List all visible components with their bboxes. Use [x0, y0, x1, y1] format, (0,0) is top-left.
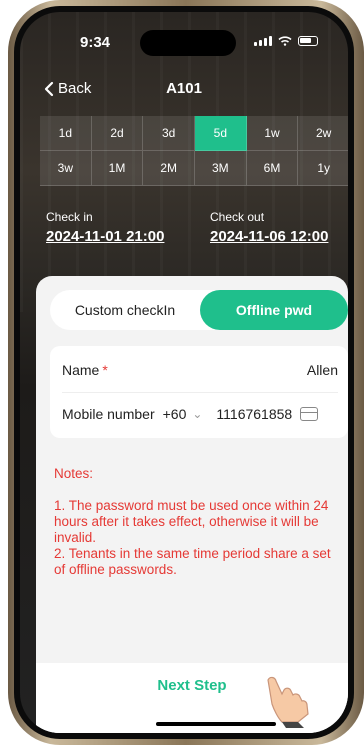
note-line-1: 1. The password must be used once within…: [54, 498, 329, 545]
name-field[interactable]: Allen: [307, 362, 338, 378]
status-bar: 9:34: [20, 30, 348, 56]
checkin-label: Check in: [46, 210, 93, 224]
page-title: A101: [166, 80, 202, 97]
nav-bar: Back A101: [20, 78, 348, 100]
checkout-value[interactable]: 2024-11-06 12:00: [210, 228, 328, 245]
required-mark: *: [102, 362, 108, 378]
duration-1d[interactable]: 1d: [40, 116, 92, 151]
tab-custom-checkin[interactable]: Custom checkIn: [50, 290, 200, 330]
signal-icon: [254, 36, 272, 46]
mode-toggle: Custom checkIn Offline pwd: [50, 290, 348, 330]
duration-1w[interactable]: 1w: [246, 116, 299, 151]
country-code-value: +60: [162, 406, 187, 422]
dynamic-island: [140, 30, 236, 56]
country-code-select[interactable]: +60 ⌄: [163, 406, 203, 422]
status-time: 9:34: [80, 34, 111, 51]
name-row[interactable]: Name * Allen: [62, 348, 338, 393]
duration-1y[interactable]: 1y: [298, 151, 348, 186]
duration-5d[interactable]: 5d: [195, 116, 247, 151]
name-label: Name: [62, 362, 100, 378]
duration-2w[interactable]: 2w: [298, 116, 348, 151]
duration-2M[interactable]: 2M: [143, 151, 195, 186]
note-line-2: 2. Tenants in the same time period share…: [54, 546, 331, 577]
system-icons: [254, 36, 318, 46]
duration-grid: 1d 2d 3d 5d 1w 2w 3w 1M 2M 3M 6M 1y: [40, 116, 348, 186]
duration-3M[interactable]: 3M: [195, 151, 247, 186]
duration-1M[interactable]: 1M: [91, 151, 144, 186]
wifi-icon: [278, 36, 292, 46]
form-sheet: Custom checkIn Offline pwd Name * Allen …: [36, 276, 348, 733]
checkin-value[interactable]: 2024-11-01 21:00: [46, 228, 164, 245]
pointing-hand-icon: [267, 676, 309, 728]
duration-6M[interactable]: 6M: [246, 151, 299, 186]
duration-2d[interactable]: 2d: [91, 116, 144, 151]
contact-card-icon[interactable]: [300, 407, 319, 421]
screen: 9:34 Back A101 1d 2d 3d 5d 1w 2w 3w 1M 2…: [20, 12, 348, 733]
duration-3d[interactable]: 3d: [143, 116, 195, 151]
mobile-field[interactable]: 1116761858: [216, 406, 292, 422]
mobile-label: Mobile number: [62, 406, 155, 422]
guest-form-card: Name * Allen Mobile number +60 ⌄ 1116761…: [50, 346, 348, 438]
chevron-down-icon: ⌄: [192, 407, 203, 421]
checkout-label: Check out: [210, 210, 265, 224]
notes-title: Notes:: [54, 466, 94, 481]
tab-offline-pwd[interactable]: Offline pwd: [200, 290, 348, 330]
mobile-row: Mobile number +60 ⌄ 1116761858: [62, 392, 338, 436]
battery-icon: [298, 36, 318, 46]
notes-section: Notes: 1. The password must be used once…: [54, 466, 342, 578]
duration-3w[interactable]: 3w: [40, 151, 92, 186]
